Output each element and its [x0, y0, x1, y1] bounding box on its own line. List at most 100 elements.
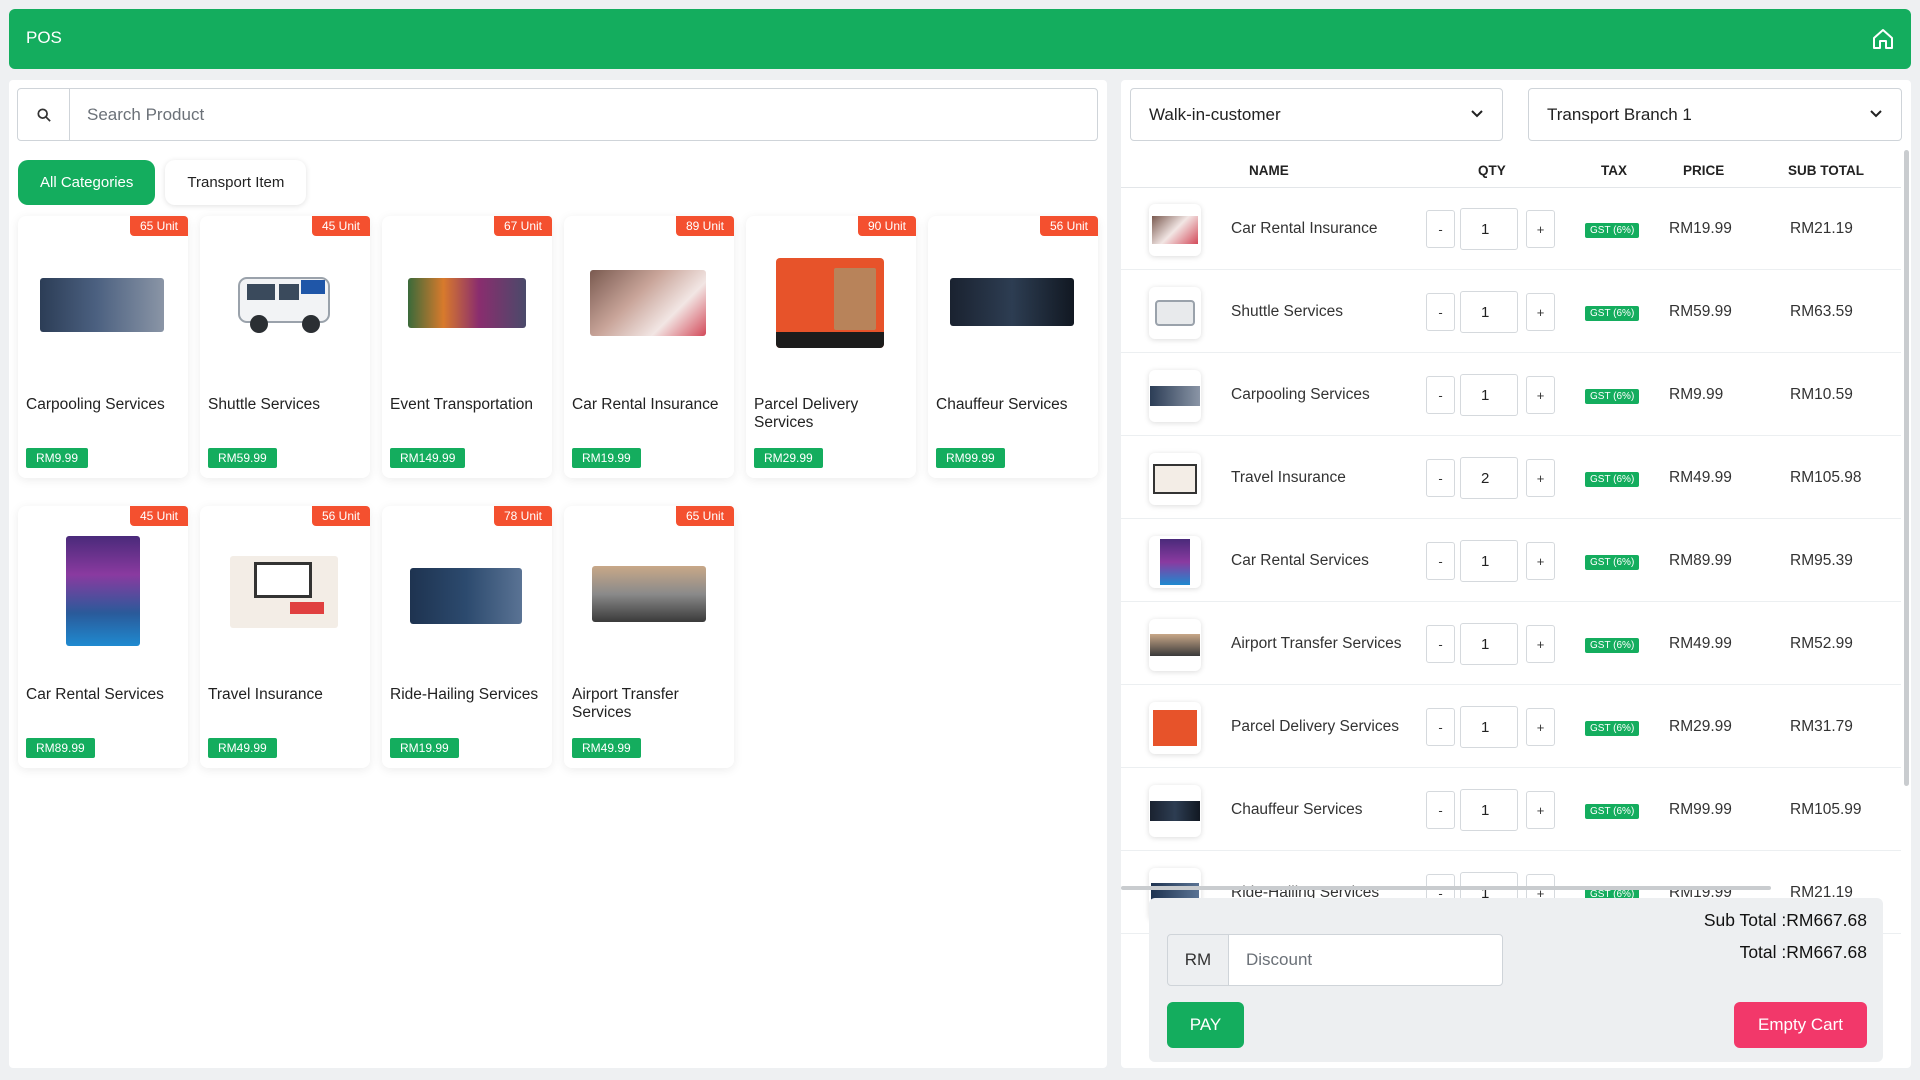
qty-increase-button[interactable]: +: [1526, 210, 1555, 248]
product-image: [592, 566, 706, 622]
tax-badge: GST (6%): [1585, 721, 1640, 736]
product-name: Travel Insurance: [208, 686, 323, 703]
customer-select[interactable]: Walk-in-customer: [1130, 88, 1503, 141]
cart-panel: Walk-in-customer Transport Branch 1 NAME…: [1121, 80, 1911, 1068]
stock-badge: 56 Unit: [311, 506, 370, 526]
qty-input[interactable]: 1: [1460, 374, 1518, 416]
product-name: Ride-Hailing Services: [390, 686, 539, 703]
stock-badge: 65 Unit: [129, 216, 188, 236]
search-icon[interactable]: [18, 89, 70, 140]
cart-item-image: [1149, 287, 1201, 339]
qty-decrease-button[interactable]: -: [1426, 625, 1455, 663]
cart-item-price: RM9.99: [1669, 386, 1724, 403]
qty-decrease-button[interactable]: -: [1426, 376, 1455, 414]
product-card[interactable]: 45 Unit Shuttle Services RM59.99: [200, 216, 370, 478]
cart-item-price: RM29.99: [1669, 718, 1732, 735]
qty-input[interactable]: 1: [1460, 623, 1518, 665]
cart-item-name: Chauffeur Services: [1231, 801, 1363, 818]
qty-increase-button[interactable]: +: [1526, 293, 1555, 331]
search-input[interactable]: [70, 89, 1097, 140]
tax-badge: GST (6%): [1585, 472, 1640, 487]
product-image: [590, 270, 706, 336]
tax-badge: GST (6%): [1585, 804, 1640, 819]
product-name: Shuttle Services: [208, 396, 320, 413]
qty-decrease-button[interactable]: -: [1426, 459, 1455, 497]
product-card[interactable]: 65 Unit Carpooling Services RM9.99: [18, 216, 188, 478]
category-transport-item[interactable]: Transport Item: [165, 160, 307, 205]
qty-decrease-button[interactable]: -: [1426, 708, 1455, 746]
pay-button[interactable]: PAY: [1167, 1002, 1244, 1048]
header-tax: TAX: [1601, 163, 1627, 178]
qty-increase-button[interactable]: +: [1526, 708, 1555, 746]
qty-decrease-button[interactable]: -: [1426, 542, 1455, 580]
stock-badge: 78 Unit: [493, 506, 552, 526]
product-image: [66, 536, 140, 646]
cart-item-image: [1149, 785, 1201, 837]
cart-item-price: RM89.99: [1669, 552, 1732, 569]
tax-badge: GST (6%): [1585, 223, 1640, 238]
product-card[interactable]: 56 Unit Travel Insurance RM49.99: [200, 506, 370, 768]
search-bar: [17, 88, 1098, 141]
cart-item-image: [1149, 619, 1201, 671]
product-image: [230, 556, 338, 628]
cart-item-name: Travel Insurance: [1231, 469, 1346, 486]
qty-decrease-button[interactable]: -: [1426, 210, 1455, 248]
product-price: RM19.99: [390, 738, 459, 758]
header-price: PRICE: [1683, 163, 1725, 178]
cart-row: Car Rental Services - 1 + GST (6%) RM89.…: [1121, 520, 1901, 602]
product-image: [410, 568, 522, 624]
header-name: NAME: [1249, 163, 1289, 178]
product-image: [776, 258, 884, 348]
qty-increase-button[interactable]: +: [1526, 791, 1555, 829]
qty-increase-button[interactable]: +: [1526, 459, 1555, 497]
qty-decrease-button[interactable]: -: [1426, 791, 1455, 829]
empty-cart-button[interactable]: Empty Cart: [1734, 1002, 1867, 1048]
cart-item-subtotal: RM105.98: [1790, 469, 1862, 486]
product-name: Chauffeur Services: [936, 396, 1068, 413]
vertical-scrollbar[interactable]: [1904, 150, 1909, 786]
product-image: [408, 278, 526, 328]
cart-item-price: RM49.99: [1669, 635, 1732, 652]
discount-input[interactable]: [1228, 934, 1503, 986]
total-text: Total :RM667.68: [1739, 942, 1867, 962]
subtotal-text: Sub Total :RM667.68: [1703, 910, 1867, 930]
product-card[interactable]: 90 Unit Parcel Delivery Services RM29.99: [746, 216, 916, 478]
product-card[interactable]: 65 Unit Airport Transfer Services RM49.9…: [564, 506, 734, 768]
qty-decrease-button[interactable]: -: [1426, 293, 1455, 331]
cart-item-subtotal: RM21.19: [1790, 220, 1853, 237]
qty-input[interactable]: 1: [1460, 540, 1518, 582]
cart-rows: Car Rental Insurance - 1 + GST (6%) RM19…: [1121, 188, 1901, 968]
category-all[interactable]: All Categories: [18, 160, 156, 205]
chevron-down-icon: [1870, 110, 1882, 118]
qty-input[interactable]: 1: [1460, 291, 1518, 333]
horizontal-scrollbar[interactable]: [1121, 886, 1771, 890]
qty-increase-button[interactable]: +: [1526, 625, 1555, 663]
branch-select[interactable]: Transport Branch 1: [1528, 88, 1902, 141]
product-name: Event Transportation: [390, 396, 534, 413]
product-price: RM29.99: [754, 448, 823, 468]
cart-item-subtotal: RM63.59: [1790, 303, 1853, 320]
product-name: Car Rental Services: [26, 686, 164, 703]
stock-badge: 67 Unit: [493, 216, 552, 236]
home-icon[interactable]: [1871, 27, 1895, 51]
cart-table-header: NAME QTY TAX PRICE SUB TOTAL: [1121, 152, 1901, 188]
qty-increase-button[interactable]: +: [1526, 542, 1555, 580]
cart-row: Travel Insurance - 2 + GST (6%) RM49.99 …: [1121, 437, 1901, 519]
product-name: Car Rental Insurance: [572, 396, 719, 413]
product-card[interactable]: 78 Unit Ride-Hailing Services RM19.99: [382, 506, 552, 768]
product-price: RM99.99: [936, 448, 1005, 468]
product-card[interactable]: 45 Unit Car Rental Services RM89.99: [18, 506, 188, 768]
stock-badge: 56 Unit: [1039, 216, 1098, 236]
product-card[interactable]: 89 Unit Car Rental Insurance RM19.99: [564, 216, 734, 478]
app-title: POS: [26, 28, 62, 47]
qty-input[interactable]: 1: [1460, 706, 1518, 748]
tax-badge: GST (6%): [1585, 555, 1640, 570]
qty-input[interactable]: 1: [1460, 789, 1518, 831]
qty-increase-button[interactable]: +: [1526, 376, 1555, 414]
qty-input[interactable]: 2: [1460, 457, 1518, 499]
cart-item-price: RM19.99: [1669, 220, 1732, 237]
qty-input[interactable]: 1: [1460, 208, 1518, 250]
product-card[interactable]: 67 Unit Event Transportation RM149.99: [382, 216, 552, 478]
product-card[interactable]: 56 Unit Chauffeur Services RM99.99: [928, 216, 1098, 478]
cart-item-name: Shuttle Services: [1231, 303, 1343, 320]
